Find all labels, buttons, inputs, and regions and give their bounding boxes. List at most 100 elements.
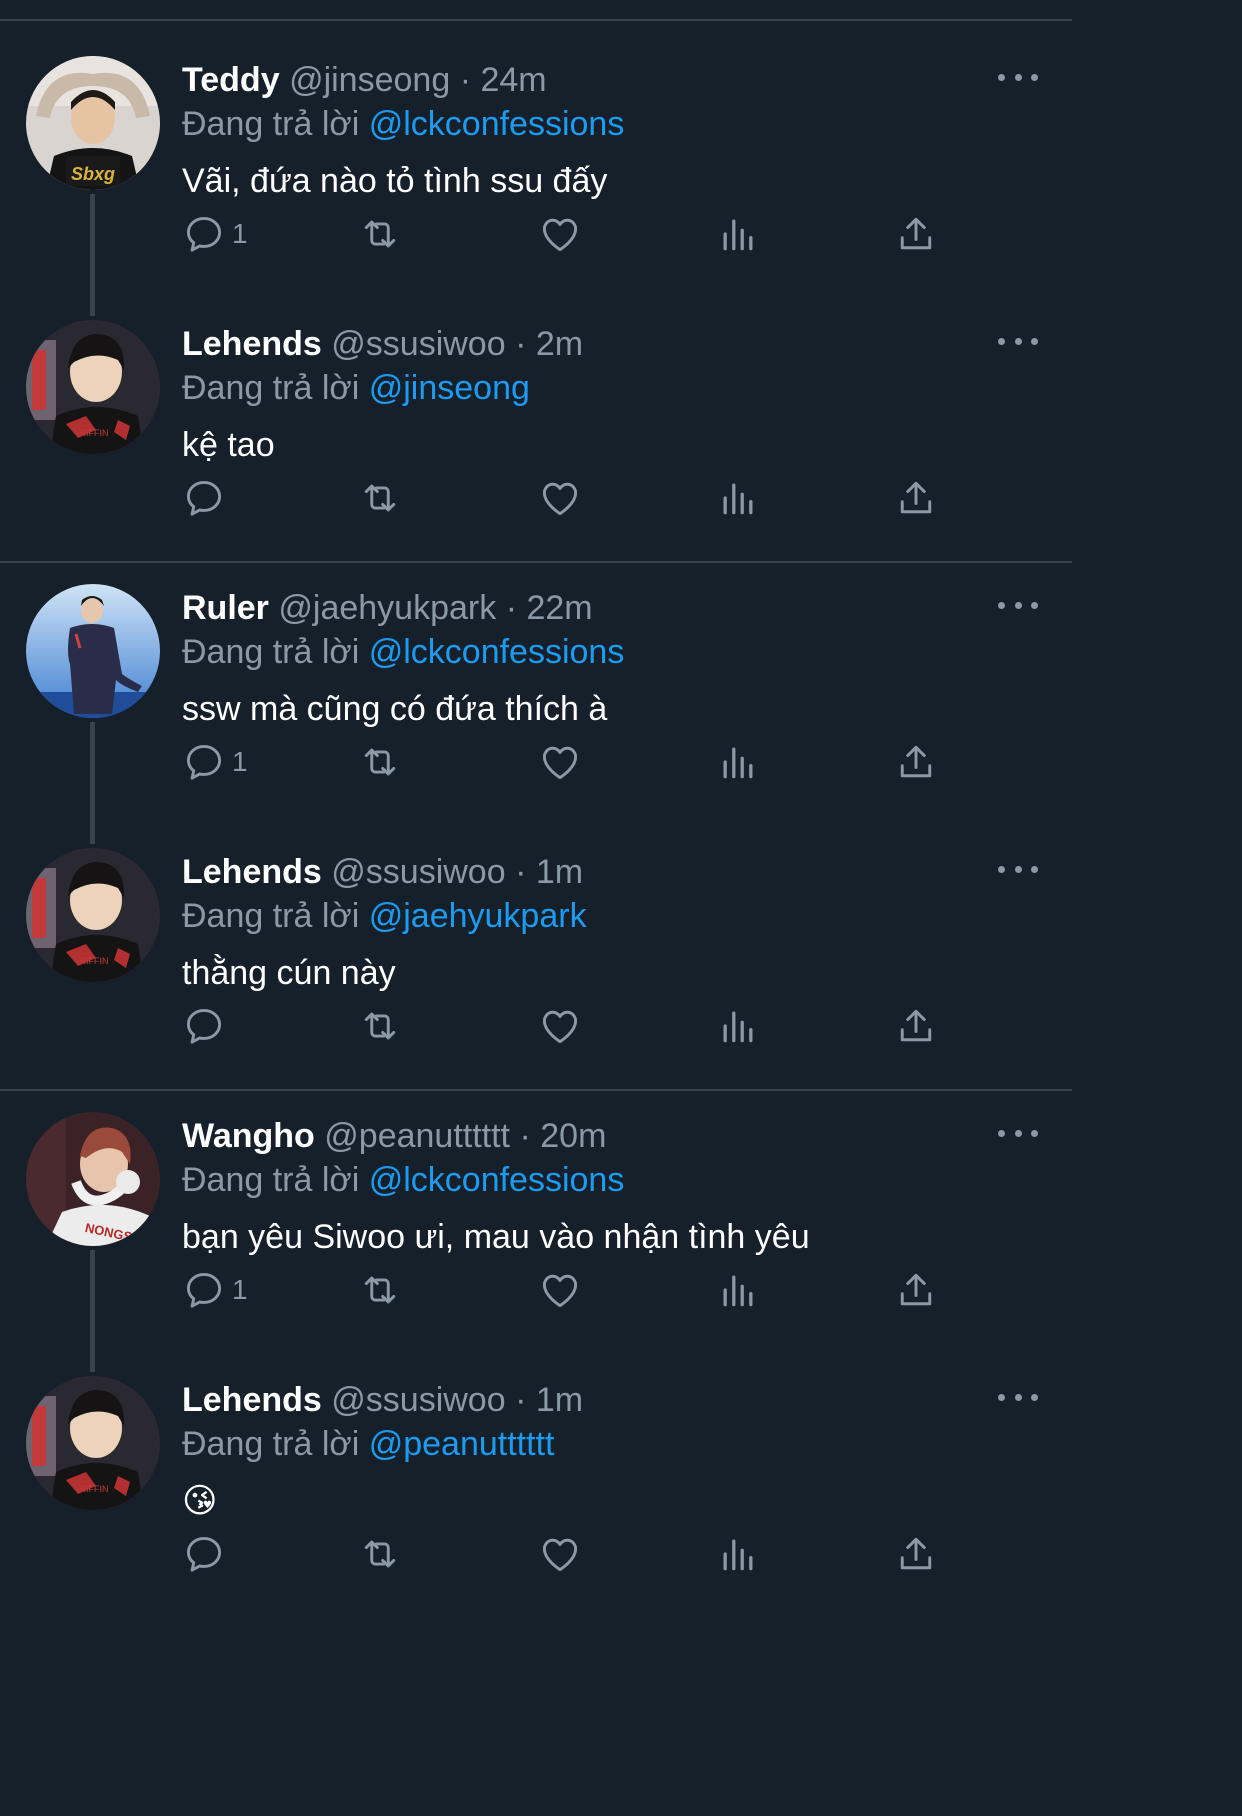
views-icon (723, 219, 753, 251)
timestamp[interactable]: 1m (536, 1381, 583, 1419)
mention-link[interactable]: @lckconfessions (369, 1161, 625, 1199)
thread-divider (0, 1089, 1072, 1091)
timestamp[interactable]: 1m (536, 853, 583, 891)
timestamp[interactable]: 2m (536, 325, 583, 363)
svg-text:RIFFIN: RIFFIN (80, 1484, 109, 1494)
reply-icon (186, 1536, 222, 1572)
tweet-text: ssw mà cũng có đứa thích à (182, 690, 608, 728)
avatar-ruler[interactable] (26, 584, 160, 718)
user-handle[interactable]: @peanutttttt (324, 1117, 510, 1155)
heart-icon (542, 218, 578, 252)
tweet-text: thằng cún này (182, 954, 396, 992)
reply-icon (186, 1008, 222, 1044)
tweet-header: Lehends @ssusiwoo · 1m (182, 852, 583, 892)
user-handle[interactable]: @jinseong (289, 61, 450, 99)
more-options-icon[interactable] (998, 1382, 1038, 1412)
user-handle[interactable]: @ssusiwoo (331, 325, 505, 363)
user-handle[interactable]: @ssusiwoo (331, 1381, 505, 1419)
retweet-icon (364, 1012, 396, 1040)
reply-button[interactable] (182, 1004, 226, 1048)
reply-button[interactable] (182, 476, 226, 520)
replying-to: Đang trả lời @lckconfessions (182, 632, 624, 672)
more-options-icon[interactable] (998, 590, 1038, 620)
more-options-icon[interactable] (998, 62, 1038, 92)
retweet-button[interactable] (358, 740, 402, 784)
display-name[interactable]: Teddy (182, 61, 280, 99)
reply-button[interactable] (182, 1532, 226, 1576)
views-button[interactable] (716, 740, 760, 784)
replying-to: Đang trả lời @lckconfessions (182, 1160, 624, 1200)
like-button[interactable] (538, 1532, 582, 1576)
mention-link[interactable]: @jaehyukpark (369, 897, 587, 935)
views-icon (723, 1539, 753, 1571)
views-button[interactable] (716, 1268, 760, 1312)
avatar-teddy[interactable]: Sbxg (26, 56, 160, 190)
separator-dot: · (459, 61, 472, 99)
share-icon (900, 1273, 932, 1306)
mention-link[interactable]: @lckconfessions (369, 633, 625, 671)
retweet-button[interactable] (358, 1268, 402, 1312)
reply-count: 1 (232, 1274, 248, 1305)
replying-to-label: Đang trả lời (182, 1425, 360, 1463)
avatar-lehends[interactable]: RIFFIN (26, 848, 160, 982)
reply-button[interactable]: 1 (182, 212, 248, 256)
like-button[interactable] (538, 212, 582, 256)
heart-icon (542, 746, 578, 780)
retweet-button[interactable] (358, 1004, 402, 1048)
replying-to-label: Đang trả lời (182, 369, 360, 407)
replying-to-label: Đang trả lời (182, 633, 360, 671)
timestamp[interactable]: 20m (540, 1117, 606, 1155)
share-button[interactable] (894, 212, 938, 256)
user-handle[interactable]: @ssusiwoo (331, 853, 505, 891)
like-button[interactable] (538, 740, 582, 784)
more-options-icon[interactable] (998, 854, 1038, 884)
display-name[interactable]: Lehends (182, 853, 322, 891)
more-options-icon[interactable] (998, 1118, 1038, 1148)
reply-button[interactable]: 1 (182, 740, 248, 784)
reply-button[interactable]: 1 (182, 1268, 248, 1312)
retweet-button[interactable] (358, 476, 402, 520)
views-button[interactable] (716, 1004, 760, 1048)
share-button[interactable] (894, 1532, 938, 1576)
views-icon (723, 483, 753, 515)
reply-count: 1 (232, 218, 248, 249)
mention-link[interactable]: @lckconfessions (369, 105, 625, 143)
mention-link[interactable]: @peanutttttt (369, 1425, 555, 1463)
retweet-button[interactable] (358, 1532, 402, 1576)
share-button[interactable] (894, 1268, 938, 1312)
display-name[interactable]: Lehends (182, 325, 322, 363)
tweet-actions (182, 1004, 942, 1048)
display-name[interactable]: Wangho (182, 1117, 315, 1155)
views-icon (723, 1275, 753, 1307)
tweet-actions (182, 476, 942, 520)
user-handle[interactable]: @jaehyukpark (278, 589, 496, 627)
replying-to: Đang trả lời @jaehyukpark (182, 896, 587, 936)
mention-link[interactable]: @jinseong (369, 369, 530, 407)
like-button[interactable] (538, 476, 582, 520)
tweet-actions: 1 (182, 740, 942, 784)
avatar-lehends[interactable]: RIFFIN (26, 1376, 160, 1510)
views-button[interactable] (716, 476, 760, 520)
share-button[interactable] (894, 740, 938, 784)
retweet-button[interactable] (358, 212, 402, 256)
share-button[interactable] (894, 1004, 938, 1048)
timestamp[interactable]: 22m (526, 589, 592, 627)
share-button[interactable] (894, 476, 938, 520)
separator-dot: · (519, 1117, 531, 1155)
reply-icon (186, 744, 222, 780)
like-button[interactable] (538, 1004, 582, 1048)
replying-to-label: Đang trả lời (182, 897, 360, 935)
display-name[interactable]: Lehends (182, 1381, 322, 1419)
avatar-wangho[interactable]: NONGSHI (26, 1112, 160, 1246)
share-icon (900, 1537, 932, 1570)
tweet-actions: 1 (182, 1268, 942, 1312)
replying-to-label: Đang trả lời (182, 1161, 360, 1199)
replying-to: Đang trả lời @jinseong (182, 368, 530, 408)
views-button[interactable] (716, 1532, 760, 1576)
display-name[interactable]: Ruler (182, 589, 269, 627)
timestamp[interactable]: 24m (480, 61, 546, 99)
more-options-icon[interactable] (998, 326, 1038, 356)
avatar-lehends[interactable]: RIFFIN (26, 320, 160, 454)
views-button[interactable] (716, 212, 760, 256)
like-button[interactable] (538, 1268, 582, 1312)
